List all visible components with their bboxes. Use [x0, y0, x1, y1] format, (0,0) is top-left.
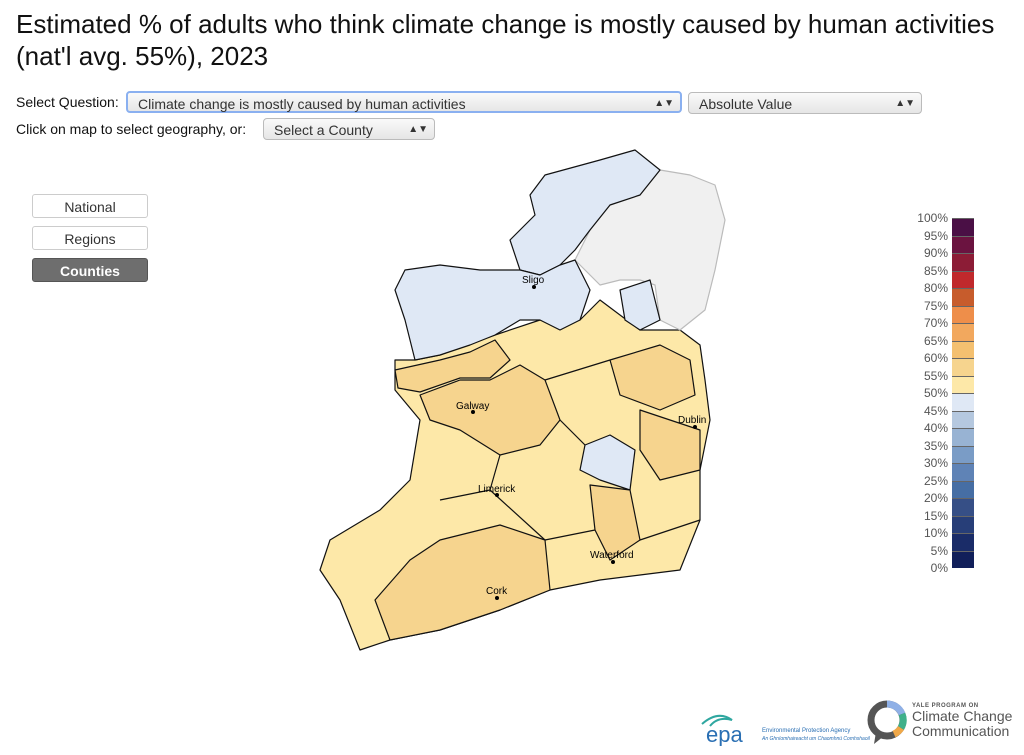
legend-swatch [952, 358, 974, 376]
legend-swatch [952, 463, 974, 481]
city-label: Sligo [522, 275, 545, 286]
legend-label: 30% [923, 456, 948, 470]
legend-swatch [952, 410, 974, 428]
legend-label: 35% [923, 438, 948, 453]
city-label: Cork [486, 586, 508, 597]
legend-label: 50% [923, 386, 948, 400]
legend-swatch [952, 270, 974, 288]
svg-text:epa: epa [706, 722, 743, 746]
city-label: Limerick [478, 484, 516, 495]
legend-swatch [952, 323, 974, 341]
legend-swatch [952, 428, 974, 446]
legend-swatch [952, 515, 974, 533]
legend-label: 25% [923, 473, 948, 488]
yale-big1: Climate Change [912, 708, 1013, 724]
legend-label: 20% [923, 491, 948, 505]
legend-swatch [952, 235, 974, 253]
legend-swatch [952, 393, 974, 411]
ireland-map[interactable]: Sligo Galway Dublin Limerick Waterford C… [0, 0, 1024, 755]
city-label: Galway [456, 401, 489, 412]
legend-label: 80% [923, 281, 948, 295]
epa-name: Environmental Protection Agency [762, 728, 851, 734]
yale-ccc-logo-icon [866, 700, 908, 751]
legend-label: 70% [923, 316, 948, 330]
city-label: Dublin [678, 415, 706, 426]
legend-label: 100% [917, 211, 948, 225]
legend-label: 5% [930, 543, 948, 558]
legend-label: 15% [923, 508, 948, 523]
legend-swatch [952, 218, 974, 236]
legend-swatch [952, 305, 974, 323]
legend-label: 10% [923, 526, 948, 540]
legend-label: 65% [923, 333, 948, 348]
legend-label: 85% [923, 263, 948, 278]
legend-swatch [952, 498, 974, 516]
yale-big2: Communication [912, 723, 1010, 739]
legend-label: 45% [923, 403, 948, 418]
legend-swatch [952, 253, 974, 271]
legend-label: 90% [923, 246, 948, 260]
legend-swatch [952, 288, 974, 306]
epa-logo: epa [698, 708, 758, 747]
legend-swatch [952, 445, 974, 463]
legend-label: 75% [923, 298, 948, 313]
legend-label: 95% [923, 228, 948, 243]
legend-label: 55% [923, 368, 948, 383]
legend-swatch [952, 340, 974, 358]
legend-label: 40% [923, 421, 948, 435]
legend-label: 60% [923, 351, 948, 365]
city-label: Waterford [590, 550, 634, 561]
legend-swatch [952, 375, 974, 393]
epa-irish: An Ghníomhaireacht um Chaomhnú Comhshaoi… [762, 736, 870, 742]
legend-swatch [952, 480, 974, 498]
legend-swatch [952, 533, 974, 551]
color-legend [952, 218, 974, 568]
legend-swatch [952, 550, 974, 568]
legend-label: 0% [930, 561, 948, 575]
